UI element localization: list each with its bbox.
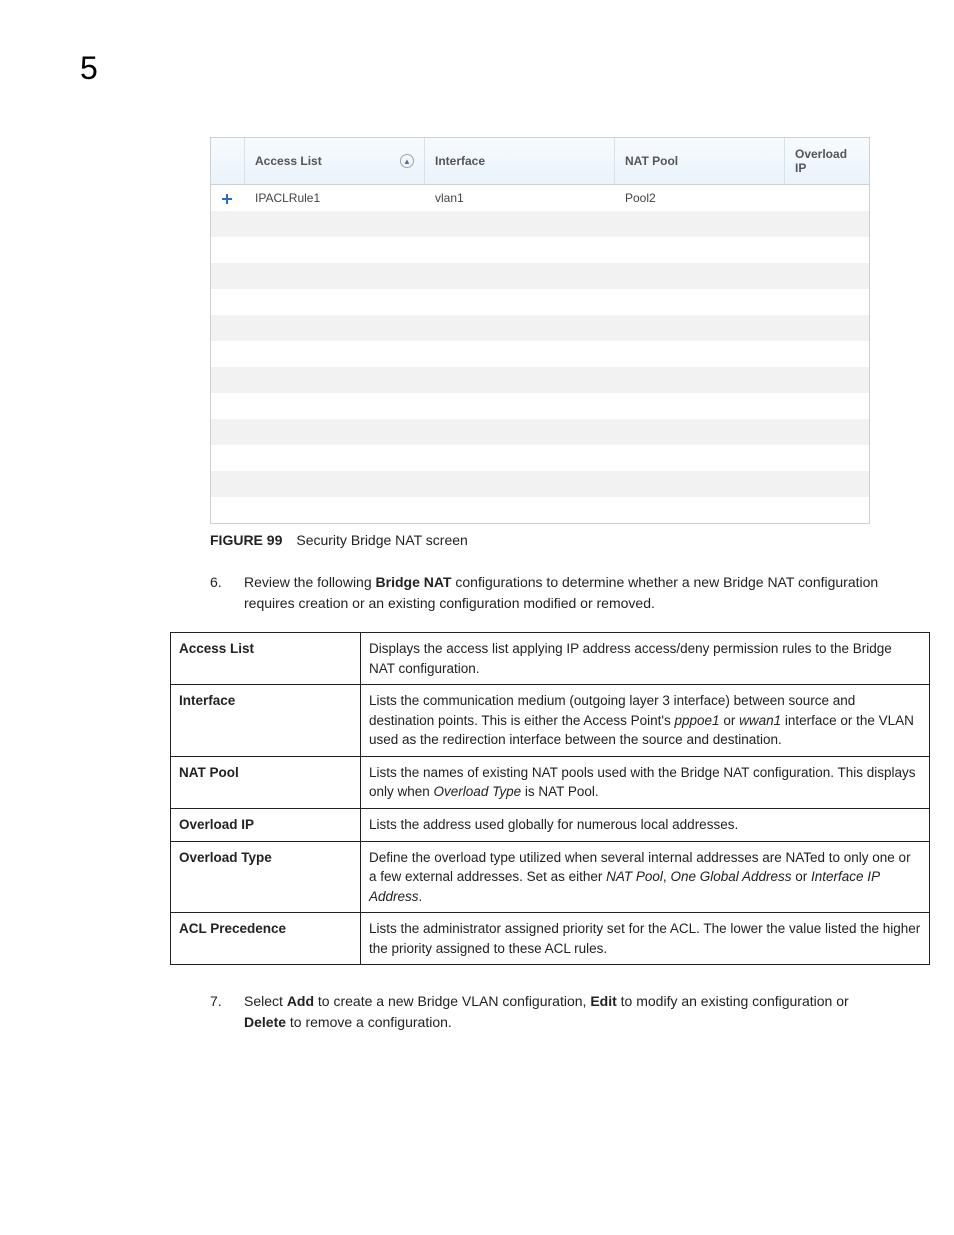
col-nat-pool[interactable]: NAT Pool [615,138,785,184]
definition-description: Lists the address used globally for nume… [361,808,930,841]
table-row[interactable] [211,419,869,445]
table-row[interactable] [211,289,869,315]
table-row: Access ListDisplays the access list appl… [171,633,930,685]
definition-term: Overload IP [171,808,361,841]
table-row[interactable] [211,367,869,393]
step-7-number: 7. [210,991,244,1033]
step-7-body: Select Add to create a new Bridge VLAN c… [244,991,894,1033]
col-interface-label: Interface [435,154,485,168]
figure-label: FIGURE 99 [210,532,282,548]
step-6-number: 6. [210,572,244,614]
col-interface[interactable]: Interface [425,138,615,184]
definition-description: Lists the names of existing NAT pools us… [361,756,930,808]
figure-caption: FIGURE 99 Security Bridge NAT screen [210,532,894,548]
table-row[interactable] [211,393,869,419]
definition-description: Define the overload type utilized when s… [361,841,930,913]
sort-asc-icon[interactable]: ▲ [400,154,414,168]
table-row[interactable] [211,263,869,289]
definition-description: Lists the administrator assigned priorit… [361,913,930,965]
definition-term: NAT Pool [171,756,361,808]
figure-caption-text: Security Bridge NAT screen [296,532,467,548]
figure-screenshot: Access List ▲ Interface NAT Pool Overloa… [210,137,894,524]
table-row[interactable] [211,237,869,263]
add-icon[interactable] [211,191,245,205]
definition-term: Access List [171,633,361,685]
table-row: Overload IPLists the address used global… [171,808,930,841]
table-row: ACL PrecedenceLists the administrator as… [171,913,930,965]
col-nat-pool-label: NAT Pool [625,154,678,168]
screenshot-header: Access List ▲ Interface NAT Pool Overloa… [211,138,869,185]
definition-table: Access ListDisplays the access list appl… [170,632,930,965]
table-row[interactable] [211,211,869,237]
table-row: Overload TypeDefine the overload type ut… [171,841,930,913]
step-6: 6. Review the following Bridge NAT confi… [210,572,894,614]
definition-term: ACL Precedence [171,913,361,965]
table-row: InterfaceLists the communication medium … [171,685,930,757]
definition-description: Lists the communication medium (outgoing… [361,685,930,757]
table-row[interactable] [211,341,869,367]
step-6-body: Review the following Bridge NAT configur… [244,572,894,614]
definition-description: Displays the access list applying IP add… [361,633,930,685]
col-access-list-label: Access List [255,154,322,168]
table-row[interactable] [211,471,869,497]
definition-term: Overload Type [171,841,361,913]
table-row[interactable] [211,497,869,523]
definition-term: Interface [171,685,361,757]
step-7: 7. Select Add to create a new Bridge VLA… [210,991,894,1033]
page-number: 5 [80,50,894,87]
col-overload-ip[interactable]: Overload IP [785,138,869,184]
table-row[interactable] [211,445,869,471]
table-row[interactable] [211,315,869,341]
table-row[interactable]: IPACLRule1vlan1Pool2 [211,185,869,211]
col-overload-ip-label: Overload IP [795,147,859,175]
table-row: NAT PoolLists the names of existing NAT … [171,756,930,808]
col-access-list[interactable]: Access List ▲ [245,138,425,184]
